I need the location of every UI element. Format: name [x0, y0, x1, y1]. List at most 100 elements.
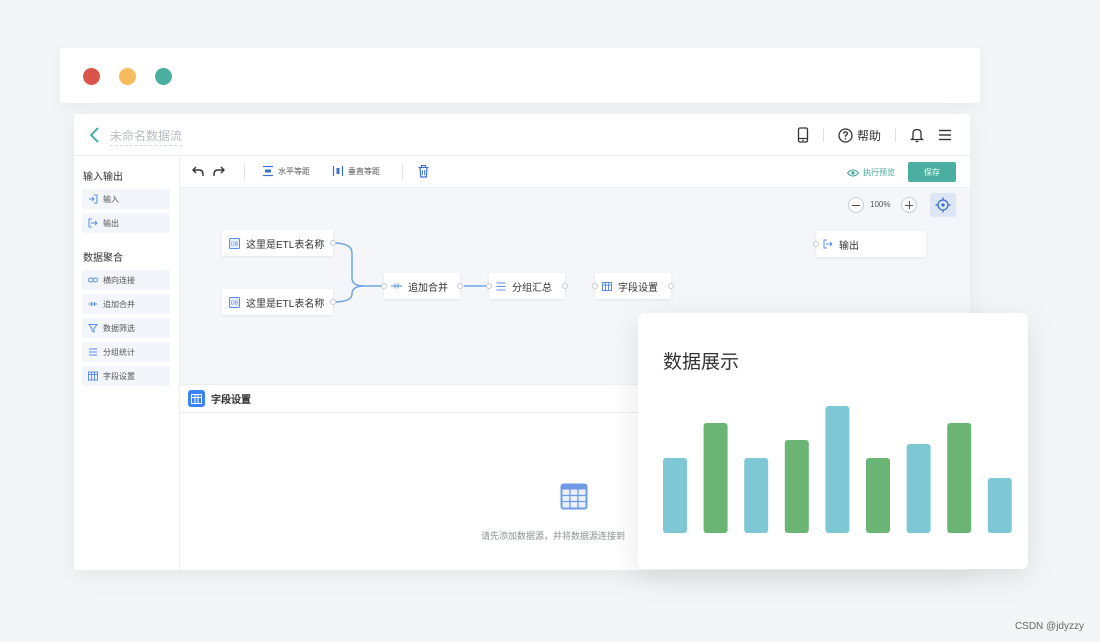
- vertical-distribute-button[interactable]: 垂直等距: [332, 165, 380, 177]
- panel-title: 字段设置: [211, 395, 251, 406]
- chart-bar-1: [663, 458, 687, 533]
- back-arrow-icon[interactable]: [88, 126, 102, 144]
- node-label: 字段设置: [618, 282, 658, 294]
- sidebar-group-title: 数据聚合: [83, 253, 123, 264]
- sidebar-item-label: 追加合并: [103, 299, 135, 309]
- chart-bar-9: [987, 478, 1012, 533]
- sidebar-item-label: 数据筛选: [103, 323, 135, 333]
- table-icon: [602, 281, 612, 291]
- save-button[interactable]: 保存: [908, 162, 956, 182]
- sidebar-item-label: 横向连接: [103, 275, 135, 285]
- chart-bar-4: [784, 440, 809, 533]
- filter-icon: [88, 324, 98, 333]
- eye-icon: [847, 168, 859, 177]
- undo-icon[interactable]: [192, 166, 204, 177]
- edge-source1-merge: [332, 242, 384, 287]
- redo-icon[interactable]: [213, 166, 225, 177]
- sidebar-item-field-settings[interactable]: 字段设置: [82, 366, 170, 386]
- horizontal-distribute-button[interactable]: 水平等距: [262, 165, 310, 177]
- sidebar-item-join[interactable]: 横向连接: [82, 270, 170, 290]
- sidebar-item-filter[interactable]: 数据筛选: [82, 318, 170, 338]
- input-port[interactable]: [486, 283, 492, 289]
- menu-icon[interactable]: [938, 129, 952, 141]
- source-node-1[interactable]: DB 这里是ETL表名称: [222, 230, 336, 256]
- horizontal-distribute-label: 水平等距: [278, 166, 310, 176]
- header-actions: 帮助: [797, 125, 952, 145]
- divider: [822, 128, 824, 142]
- chart-bar-7: [906, 444, 931, 533]
- sidebar-item-label: 输出: [103, 218, 119, 228]
- svg-text:DB: DB: [231, 300, 239, 306]
- sidebar-group-title: 输入输出: [83, 172, 123, 183]
- chart-card: 数据展示: [638, 313, 1028, 569]
- node-label: 分组汇总: [512, 282, 552, 294]
- sidebar-item-output[interactable]: 输出: [82, 213, 170, 233]
- list-icon: [89, 348, 97, 356]
- table-source-icon: DB: [229, 296, 240, 308]
- bell-icon[interactable]: [910, 127, 924, 143]
- bar-chart: [663, 406, 1012, 533]
- output-port[interactable]: [668, 283, 674, 289]
- input-icon: [89, 194, 98, 204]
- source-node-2[interactable]: DB 这里是ETL表名称: [222, 289, 336, 315]
- zoom-level: 100%: [870, 200, 891, 209]
- editor-header: 未命名数据流 帮助: [74, 114, 970, 156]
- fit-view-button[interactable]: [930, 193, 956, 217]
- trash-icon[interactable]: [418, 165, 429, 178]
- table-icon: [88, 371, 98, 381]
- output-icon: [88, 218, 98, 228]
- run-preview-label: 执行预览: [863, 168, 895, 177]
- window-titlebar: [60, 48, 980, 103]
- node-label: 追加合并: [408, 282, 448, 294]
- minimize-window-button[interactable]: [119, 68, 136, 85]
- output-node[interactable]: 输出: [813, 231, 926, 257]
- zoom-out-button[interactable]: [848, 197, 864, 213]
- help-button[interactable]: 帮助: [838, 127, 881, 144]
- merge-icon: [88, 302, 98, 306]
- align-vertical-icon: [332, 166, 344, 176]
- sidebar-item-label: 输入: [103, 194, 119, 204]
- input-port[interactable]: [381, 283, 387, 289]
- zoom-in-button[interactable]: [901, 197, 917, 213]
- close-window-button[interactable]: [83, 68, 100, 85]
- chart-bar-5: [825, 406, 850, 533]
- maximize-window-button[interactable]: [155, 68, 172, 85]
- sidebar-item-group-stats[interactable]: 分组统计: [82, 342, 170, 362]
- divider: [402, 164, 403, 180]
- node-label: 输出: [839, 240, 859, 252]
- output-port[interactable]: [457, 283, 463, 289]
- vertical-distribute-label: 垂直等距: [348, 166, 380, 176]
- divider: [895, 128, 896, 142]
- input-port[interactable]: [592, 283, 598, 289]
- svg-text:DB: DB: [231, 241, 239, 247]
- table-icon: [188, 390, 205, 407]
- mobile-preview-icon[interactable]: [797, 127, 809, 143]
- sidebar-item-label: 字段设置: [103, 371, 135, 381]
- sidebar-item-input[interactable]: 输入: [82, 189, 170, 209]
- watermark: CSDN @jdyzzy: [1014, 621, 1084, 632]
- run-preview-button[interactable]: 执行预览: [847, 167, 895, 178]
- field-settings-node[interactable]: 字段设置: [592, 273, 674, 299]
- link-icon: [88, 277, 98, 283]
- chart-bar-8: [947, 423, 972, 533]
- input-port[interactable]: [813, 241, 819, 247]
- chart-bar-3: [744, 458, 769, 533]
- group-summary-node[interactable]: 分组汇总: [486, 273, 568, 299]
- component-sidebar: 输入输出 输入 输出 数据聚合 横向连接 追加合并 数据筛选 分组统计 字段设置: [74, 156, 180, 570]
- crosshair-icon: [935, 197, 951, 213]
- help-label: 帮助: [856, 128, 881, 143]
- list-icon: [496, 282, 506, 290]
- canvas-toolbar: 水平等距 垂直等距 执行预览 保存: [180, 156, 970, 188]
- merge-node[interactable]: 追加合并: [381, 273, 463, 299]
- flow-name-input[interactable]: 未命名数据流: [110, 127, 183, 146]
- sidebar-item-append[interactable]: 追加合并: [82, 294, 170, 314]
- output-port[interactable]: [330, 240, 336, 246]
- empty-state-text: 请先添加数据源，并将数据源连接到: [481, 531, 626, 541]
- empty-table-icon: [560, 483, 588, 510]
- divider: [244, 164, 245, 180]
- chart-bar-6: [866, 458, 890, 533]
- output-port[interactable]: [330, 299, 336, 305]
- output-port[interactable]: [562, 283, 568, 289]
- table-source-icon: DB: [229, 237, 240, 249]
- output-icon: [823, 239, 833, 249]
